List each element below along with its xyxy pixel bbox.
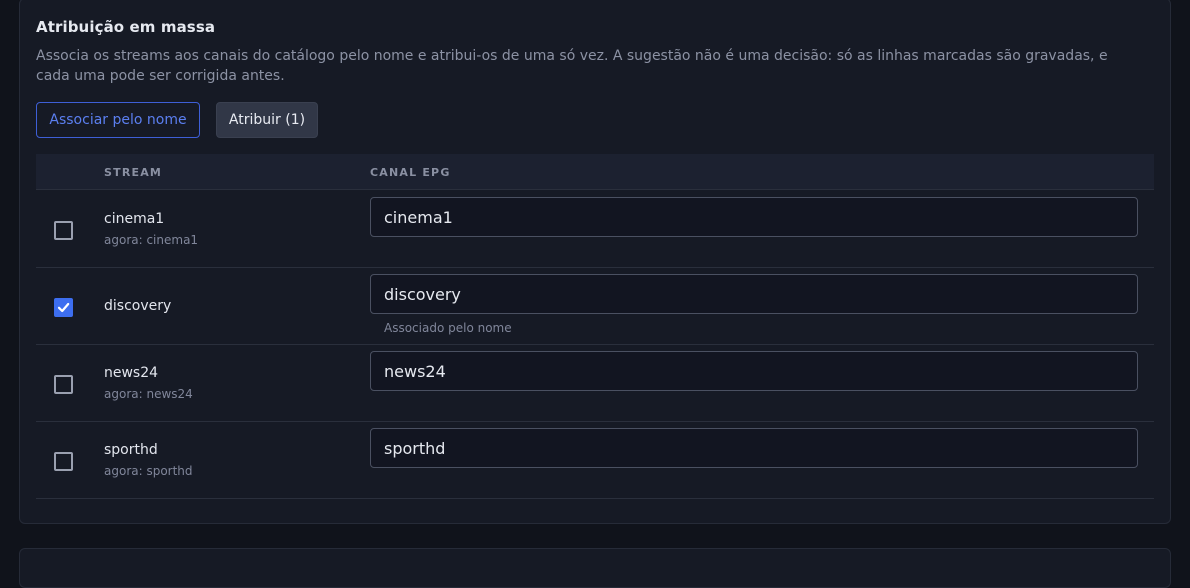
current-channel: agora: cinema1 (104, 233, 199, 247)
table-header: STREAM CANAL EPG (36, 154, 1154, 190)
panel-description: Associa os streams aos canais do catálog… (36, 48, 1108, 84)
checkmark-icon (57, 302, 70, 313)
table-row: discovery Associado pelo nome (36, 268, 1154, 345)
stream-name: sporthd (104, 442, 158, 458)
channel-input[interactable] (370, 351, 1138, 391)
column-header-stream: STREAM (104, 166, 163, 179)
current-channel: agora: sporthd (104, 464, 193, 478)
table-row: sporthd agora: sporthd (36, 422, 1154, 499)
assign-button[interactable]: Atribuir (1) (216, 102, 318, 138)
column-header-channel: CANAL EPG (370, 166, 451, 179)
table-row: news24 agora: news24 (36, 345, 1154, 422)
stream-name: discovery (104, 298, 172, 314)
stream-name: cinema1 (104, 211, 165, 227)
channel-input[interactable] (370, 428, 1138, 468)
table-row: cinema1 agora: cinema1 (36, 191, 1154, 268)
row-checkbox[interactable] (54, 221, 73, 240)
panel-title: Atribuição em massa (36, 18, 216, 36)
bulk-assign-panel: Atribuição em massa Associa os streams a… (19, 0, 1171, 524)
associate-by-name-button[interactable]: Associar pelo nome (36, 102, 200, 138)
row-checkbox[interactable] (54, 375, 73, 394)
match-hint: Associado pelo nome (384, 321, 512, 335)
next-panel (19, 548, 1171, 588)
row-checkbox[interactable] (54, 452, 73, 471)
channel-input[interactable] (370, 197, 1138, 237)
stream-name: news24 (104, 365, 159, 381)
channel-input[interactable] (370, 274, 1138, 314)
current-channel: agora: news24 (104, 387, 193, 401)
row-checkbox[interactable] (54, 298, 73, 317)
